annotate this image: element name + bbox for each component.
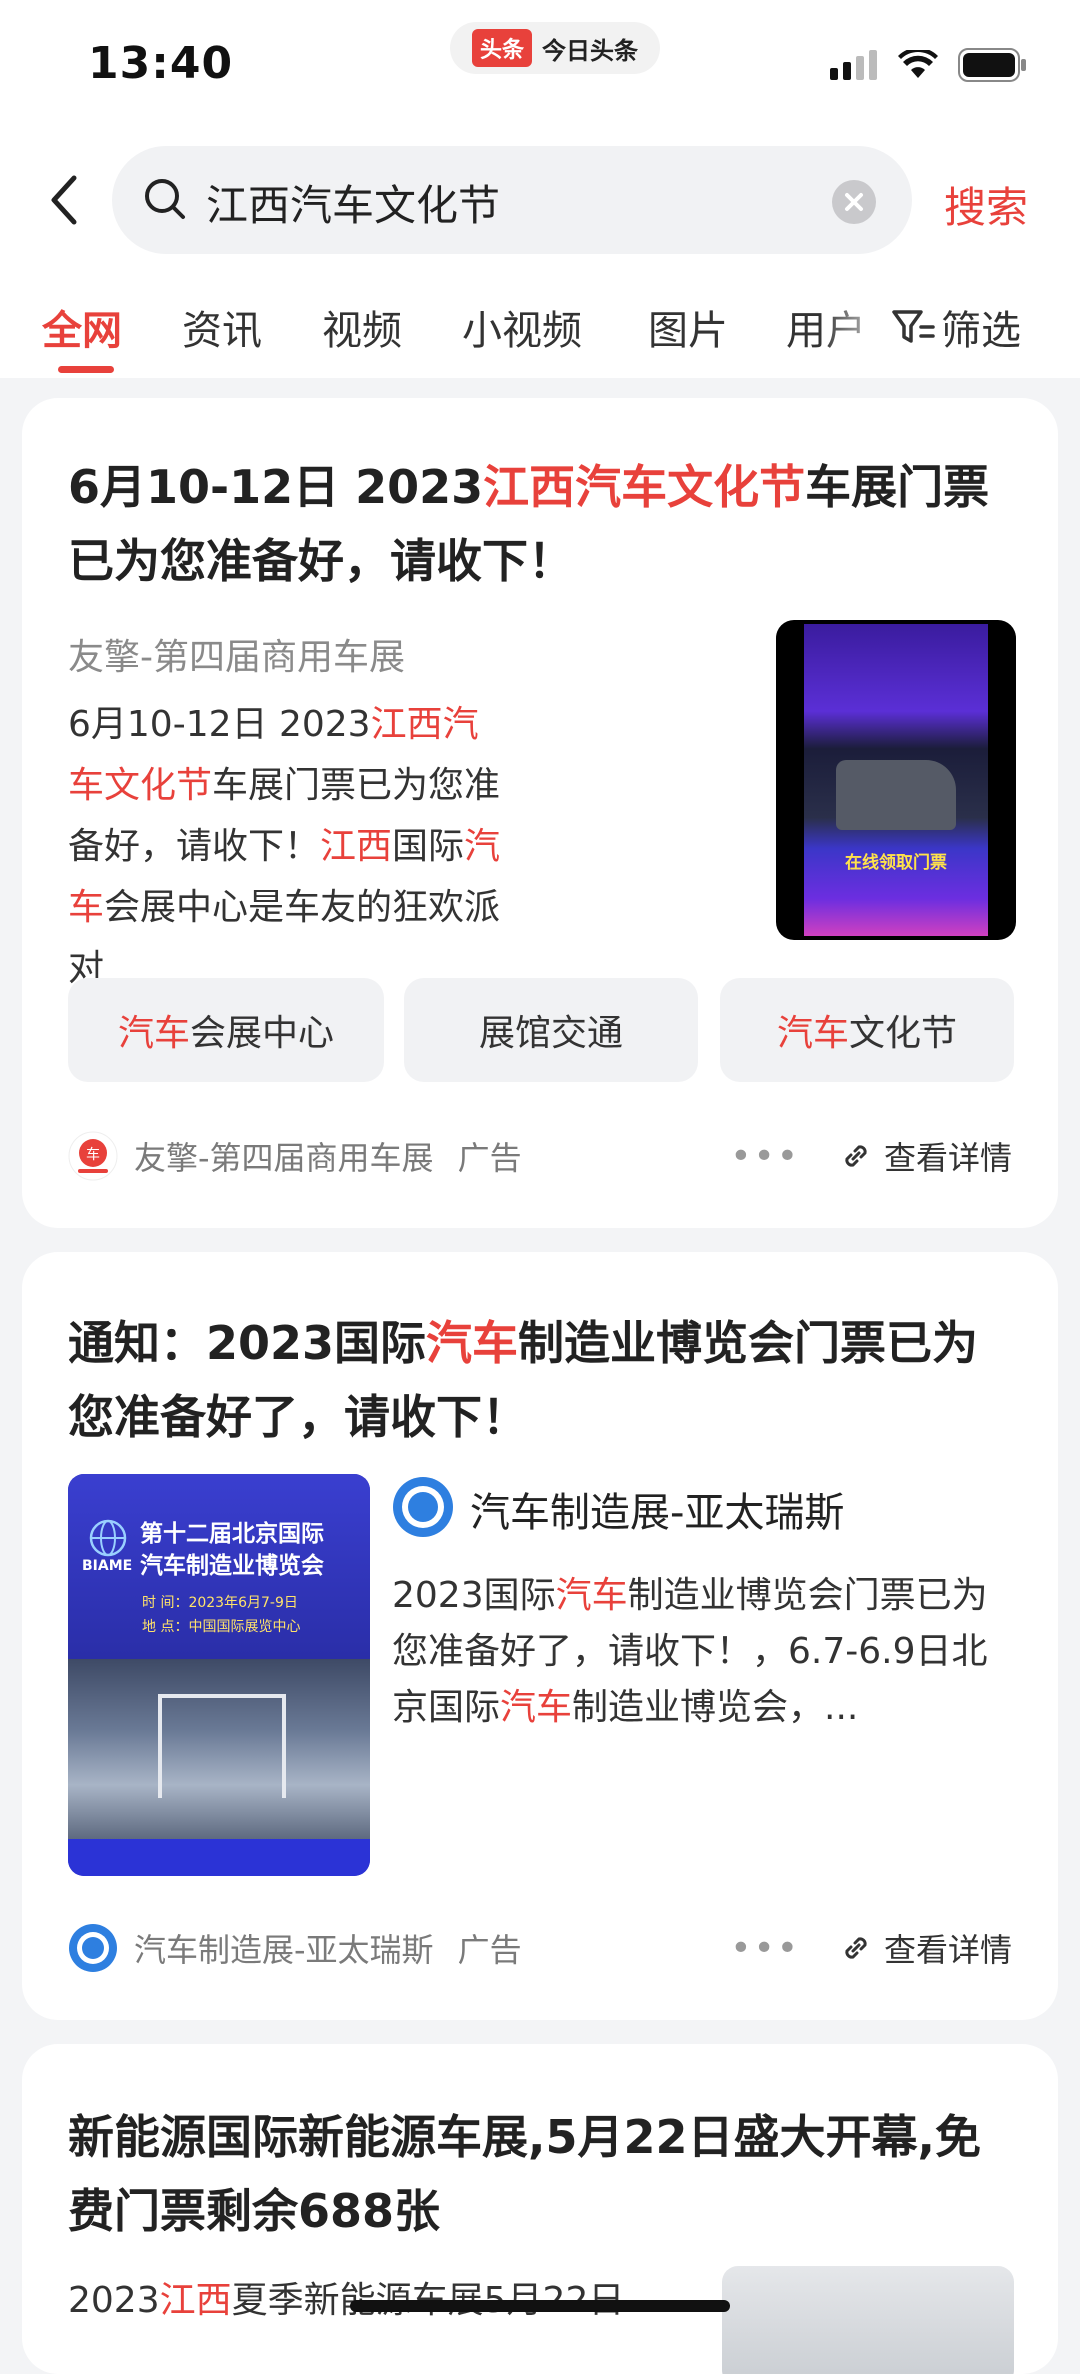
more-icon[interactable]: •••	[730, 1928, 800, 1969]
card-footer: 汽车制造展-亚太瑞斯 广告 ••• 查看详情	[68, 1918, 1012, 1978]
back-button[interactable]	[40, 170, 90, 230]
filter-icon	[892, 310, 935, 343]
search-input[interactable]: 江西汽车文化节	[112, 146, 912, 254]
svg-text:车: 车	[86, 1146, 100, 1163]
tab-active-indicator	[58, 366, 114, 373]
chip-highlight: 汽车	[117, 1013, 190, 1054]
source-avatar[interactable]	[68, 1923, 118, 1973]
snippet-highlight: 江西	[159, 2280, 232, 2321]
thumbnail-truck	[836, 760, 956, 830]
chip-text: 文化节	[849, 1013, 958, 1054]
title-text: 6月10-12日 2023	[68, 460, 484, 514]
search-header: 江西汽车文化节 搜索	[0, 130, 1080, 270]
result-card-1[interactable]: 6月10-12日 2023江西汽车文化节车展门票已为您准备好，请收下！ 友擎-第…	[22, 398, 1058, 1228]
snippet-highlight: 汽车	[500, 1687, 573, 1728]
tab-video[interactable]: 视频	[322, 298, 402, 356]
system-icons	[830, 48, 1028, 82]
app-logo: 头条	[472, 29, 533, 67]
title-highlight: 江西汽车文化节	[483, 460, 806, 514]
card-image[interactable]: BIAME 第十二届北京国际 汽车制造业博览会 时 间：2023年6月7-9日 …	[68, 1474, 370, 1876]
source-avatar[interactable]	[392, 1476, 454, 1538]
snippet-text: 6月10-12日 2023	[68, 704, 371, 745]
filter-label: 筛选	[941, 308, 1021, 354]
snippet-highlight: 汽车	[555, 1575, 628, 1616]
image-logo: BIAME	[82, 1558, 133, 1574]
battery-icon	[958, 48, 1026, 82]
app-indicator[interactable]: 头条 今日头条	[450, 22, 661, 74]
chip-text: 展馆交通	[478, 1013, 623, 1054]
home-indicator[interactable]	[350, 2300, 730, 2312]
card-source: 友擎-第四届商用车展	[68, 637, 405, 678]
related-chip[interactable]: 汽车 文化节	[720, 978, 1014, 1082]
view-details-link[interactable]: 查看详情	[838, 1925, 1012, 1971]
app-name: 今日头条	[542, 36, 639, 65]
search-button[interactable]: 搜索	[944, 174, 1028, 235]
image-footer	[68, 1839, 370, 1876]
globe-icon	[89, 1519, 127, 1557]
title-highlight: 汽车	[426, 1316, 519, 1370]
tab-short-video[interactable]: 小视频	[462, 298, 582, 356]
card-thumbnail[interactable]	[722, 2266, 1014, 2374]
tab-all[interactable]: 全网	[42, 298, 122, 356]
signal-icon	[830, 50, 877, 80]
filter-button[interactable]: 筛选	[885, 298, 1021, 356]
related-chip[interactable]: 汽车 会展中心	[68, 978, 384, 1082]
card-footer: 车 友擎-第四届商用车展 广告 ••• 查看详情	[68, 1126, 1012, 1186]
result-card-3[interactable]: 新能源国际新能源车展,5月22日盛大开幕,免费门票剩余688张 2023江西夏季…	[22, 2044, 1058, 2374]
image-title-line1: 第十二届北京国际	[140, 1521, 324, 1547]
tab-images[interactable]: 图片	[648, 298, 728, 356]
card-title[interactable]: 通知：2023国际汽车制造业博览会门票已为您准备好了，请收下！	[68, 1306, 1018, 1454]
wifi-icon	[898, 50, 938, 78]
view-details-label: 查看详情	[883, 1139, 1012, 1177]
title-text: 通知：2023国际	[68, 1316, 427, 1370]
source-avatar[interactable]: 车	[68, 1131, 118, 1181]
clear-button[interactable]	[832, 180, 876, 224]
footer-source[interactable]: 汽车制造展-亚太瑞斯	[134, 1925, 434, 1971]
snippet-highlight: 江西	[320, 826, 393, 867]
view-details-label: 查看详情	[883, 1931, 1012, 1969]
snippet-text: 2023国际	[392, 1575, 556, 1616]
image-booth	[158, 1694, 286, 1798]
view-details-link[interactable]: 查看详情	[838, 1133, 1012, 1179]
status-time: 13:40	[88, 38, 234, 89]
card-title[interactable]: 6月10-12日 2023江西汽车文化节车展门票已为您准备好，请收下！	[68, 450, 1018, 598]
card-snippet: 6月10-12日 2023江西汽车文化节车展门票已为您准备好，请收下！江西国际汽…	[68, 694, 508, 999]
ad-label: 广告	[457, 1139, 522, 1177]
image-place: 地 点：中国国际展览中心	[142, 1619, 301, 1635]
ad-label: 广告	[457, 1931, 522, 1969]
search-query: 江西汽车文化节	[206, 181, 501, 230]
tab-news[interactable]: 资讯	[182, 298, 262, 356]
chip-highlight: 汽车	[776, 1013, 849, 1054]
back-arrow-icon	[51, 175, 77, 225]
more-icon[interactable]: •••	[730, 1136, 800, 1177]
thumbnail-banner: 在线领取门票	[845, 853, 947, 873]
card-snippet: 2023国际汽车制造业博览会门票已为您准备好了，请收下！，6.7-6.9日北京国…	[392, 1568, 1012, 1736]
link-icon	[845, 1145, 867, 1167]
chip-text: 会展中心	[190, 1013, 335, 1054]
image-time: 时 间：2023年6月7-9日	[142, 1595, 298, 1611]
snippet-text: 制造业博览会，...	[572, 1687, 859, 1728]
related-chip[interactable]: 展馆交通	[404, 978, 698, 1082]
image-title-line2: 汽车制造业博览会	[140, 1553, 324, 1579]
footer-source[interactable]: 友擎-第四届商用车展	[134, 1133, 434, 1179]
card-source[interactable]: 汽车制造展-亚太瑞斯	[470, 1480, 844, 1538]
clear-icon	[845, 193, 863, 211]
tab-bar: 全网 资讯 视频 小视频 图片 用户 筛选	[0, 270, 1080, 378]
status-bar: 13:40 头条 今日头条	[0, 0, 1080, 130]
card-title[interactable]: 新能源国际新能源车展,5月22日盛大开幕,免费门票剩余688张	[68, 2100, 1018, 2248]
link-icon	[845, 1937, 867, 1959]
snippet-text: 2023	[68, 2280, 160, 2321]
snippet-text: 会展中心是车友的狂欢派对	[68, 887, 501, 989]
snippet-text: 国际	[392, 826, 465, 867]
result-card-2[interactable]: 通知：2023国际汽车制造业博览会门票已为您准备好了，请收下！ BIAME 第十…	[22, 1252, 1058, 2020]
card-thumbnail[interactable]: 在线领取门票	[776, 620, 1016, 940]
search-icon	[145, 179, 185, 219]
